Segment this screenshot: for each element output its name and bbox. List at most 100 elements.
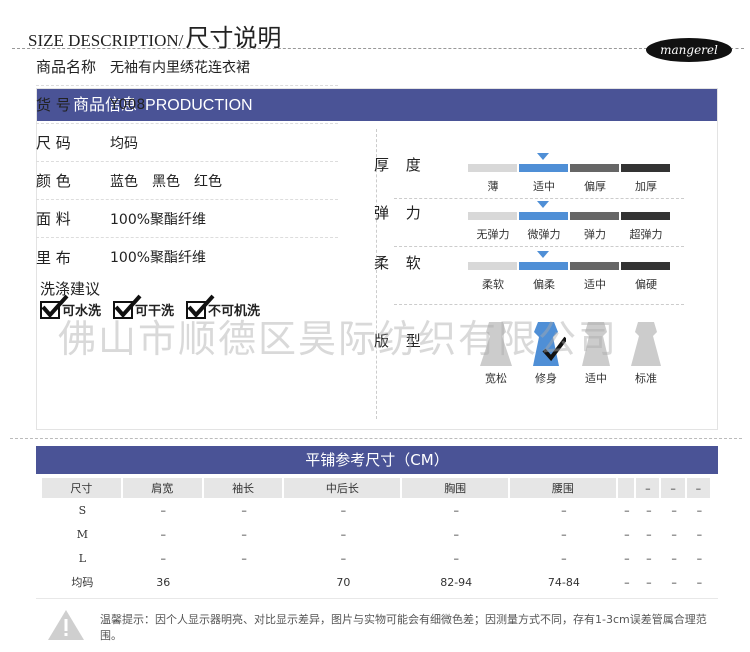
table-cell: –	[624, 575, 630, 589]
table-cell: –	[160, 551, 166, 565]
column-header: 肩宽	[122, 478, 204, 498]
table-cell: –	[671, 527, 677, 541]
column-header: –	[661, 478, 687, 498]
selected-marker-icon	[537, 201, 549, 208]
info-row-lining: 里 布 100%聚酯纤维	[36, 238, 338, 276]
info-key: 里 布	[36, 248, 71, 267]
warning-icon	[48, 610, 84, 640]
table-cell: S	[78, 503, 87, 517]
table-cell: –	[696, 551, 703, 565]
scale-segment	[468, 212, 517, 220]
scale-option: 柔软	[482, 278, 504, 291]
scale-segment	[621, 262, 670, 270]
table-cell: –	[453, 551, 459, 565]
scale-option: 偏柔	[533, 278, 555, 291]
column-header: 中后长	[284, 478, 403, 498]
table-cell: –	[696, 527, 703, 541]
info-value: 无袖有内里绣花连衣裙	[110, 59, 250, 76]
info-key: 货 号	[36, 96, 71, 114]
wash-item: 不可机洗	[186, 294, 260, 319]
table-cell	[204, 570, 285, 594]
table-cell: –	[561, 551, 567, 565]
wash-options: 可水洗 可干洗 不可机洗	[40, 294, 272, 319]
dress-standard-icon	[631, 322, 661, 366]
table-cell: –	[340, 551, 347, 565]
scale-segment	[570, 262, 619, 270]
scale-option: 薄	[487, 180, 499, 193]
scale-segment	[621, 212, 670, 220]
column-header: 袖长	[203, 478, 285, 498]
table-cell: –	[241, 551, 247, 565]
check-icon	[40, 294, 69, 319]
color-option: 蓝色	[110, 173, 138, 190]
table-cell: –	[671, 575, 677, 589]
column-header: –	[686, 478, 712, 498]
info-row-name: 商品名称 无袖有内里绣花连衣裙	[36, 48, 338, 86]
scale-segment	[468, 262, 517, 270]
dress-loose-icon	[480, 322, 512, 366]
scale-option: 弹力	[584, 228, 606, 241]
table-cell: 均码	[71, 576, 94, 589]
column-header: –	[636, 478, 662, 498]
scale-option: 适中	[584, 278, 606, 291]
info-row-color: 颜 色 蓝色 黑色 红色	[36, 162, 338, 200]
table-cell: –	[453, 527, 459, 541]
scale-divider	[394, 198, 684, 199]
table-header-row: 尺寸 肩宽 袖长 中后长 胸围 腰围 – – –	[42, 478, 712, 498]
table-cell: –	[624, 527, 630, 541]
scale-option: 超弹力	[629, 228, 663, 241]
dress-regular-icon	[582, 322, 610, 366]
check-icon	[186, 294, 215, 319]
table-cell: –	[241, 503, 247, 517]
wash-item: 可水洗	[40, 294, 101, 319]
size-table: 尺寸 肩宽 袖长 中后长 胸围 腰围 – – – S – – – – – – –…	[42, 478, 712, 594]
info-key: 面 料	[36, 210, 71, 228]
scale-divider	[394, 304, 684, 305]
selected-marker-icon	[537, 251, 549, 258]
selected-marker-icon	[537, 153, 549, 160]
color-option: 红色	[194, 173, 222, 190]
disclaimer-note: 温馨提示：因个人显示器明亮、对比显示差异，图片与实物可能会有细微色差；因测量方式…	[100, 613, 707, 642]
table-cell: –	[646, 575, 652, 589]
info-value: 均码	[110, 135, 138, 152]
column-header: 腰围	[510, 478, 618, 498]
scale-label: 厚 度	[374, 156, 427, 174]
scale-option: 加厚	[635, 180, 657, 193]
fit-option: 宽松	[485, 372, 507, 385]
table-row: L – – – – – – – – –	[42, 546, 712, 570]
fit-label: 版 型	[374, 332, 427, 350]
table-cell: –	[561, 527, 567, 541]
table-row: S – – – – – – – – –	[42, 498, 712, 522]
header-divider-end	[730, 48, 744, 49]
table-cell: –	[340, 503, 347, 517]
scale-option: 无弹力	[476, 228, 510, 241]
scale-label: 弹 力	[374, 204, 427, 222]
info-row-sku: 货 号 Y008	[36, 86, 338, 124]
scale-segment	[519, 164, 568, 172]
table-cell: –	[453, 503, 459, 517]
table-row: M – – – – – – – – –	[42, 522, 712, 546]
info-row-size: 尺 码 均码	[36, 124, 338, 162]
info-value: 100%聚酯纤维	[110, 211, 207, 228]
check-icon	[113, 294, 142, 319]
table-cell: –	[646, 527, 652, 541]
table-cell: –	[671, 503, 677, 517]
info-row-fabric: 面 料 100%聚酯纤维	[36, 200, 338, 238]
info-key: 尺 码	[36, 134, 71, 152]
table-cell: M	[76, 527, 89, 541]
table-cell: L	[78, 551, 87, 565]
info-key: 颜 色	[36, 172, 71, 190]
table-cell: –	[624, 551, 630, 565]
table-row: 均码 36 70 82-94 74-84 – – – –	[42, 570, 712, 594]
table-cell: –	[624, 503, 630, 517]
table-cell: 74-84	[547, 575, 580, 589]
table-cell: –	[671, 551, 677, 565]
scale-segment	[570, 212, 619, 220]
table-cell: –	[696, 575, 703, 589]
info-value: 100%聚酯纤维	[110, 250, 207, 266]
table-cell: –	[561, 503, 567, 517]
scale-option: 适中	[533, 180, 555, 193]
scale-option: 偏厚	[584, 180, 606, 193]
column-header	[617, 478, 637, 498]
table-cell: –	[160, 527, 166, 541]
